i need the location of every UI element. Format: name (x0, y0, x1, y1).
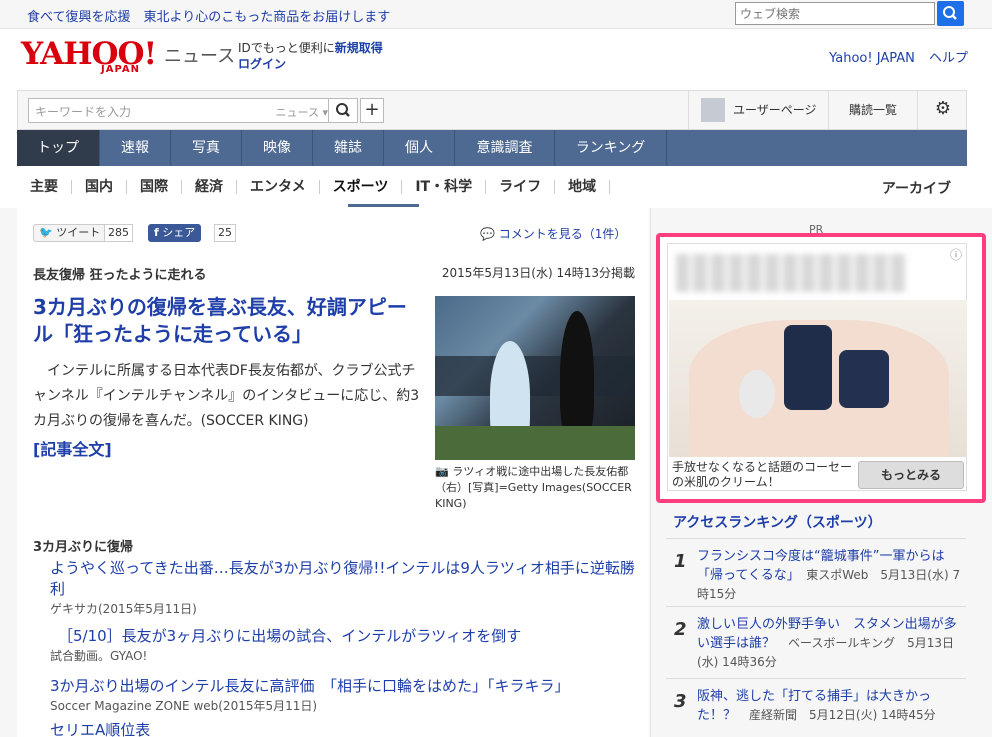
gear-icon[interactable]: ⚙ (923, 98, 963, 122)
rank-number: 2 (674, 619, 687, 640)
ranking-item: 3 阪神、逃した「打てる捕手」は大きかった！？ 産経新聞 5月12日(火) 14… (666, 678, 966, 725)
publish-date: 2015年5月13日(水) 14時13分掲載 (441, 266, 635, 280)
access-ranking-title[interactable]: アクセスランキング（スポーツ） (673, 512, 882, 532)
nav-tab[interactable]: 意識調査 (455, 130, 555, 166)
category-tab[interactable]: 国際 (127, 180, 182, 194)
category-tab[interactable]: 地域 (555, 180, 611, 194)
fb-share-count: 25 (214, 224, 236, 242)
register-link[interactable]: 新規取得 (335, 41, 383, 55)
search-scope-select[interactable]: ニュース ▾ (276, 104, 328, 120)
photo-caption-text: ラツィオ戦に途中出場した長友佑都（右）[写真]=Getty Images(SOC… (435, 465, 632, 510)
twitter-icon: 🐦 (39, 226, 53, 239)
tweet-button[interactable]: 🐦 ツイート (33, 224, 107, 242)
related-item: ようやく巡ってきた出番…長友が3か月ぶり復帰!!インテルは9人ラツィオ相手に逆転… (50, 558, 640, 618)
category-tab[interactable]: ライフ (486, 180, 556, 194)
full-article-link[interactable]: [記事全文] (33, 436, 112, 460)
camera-icon: 📷 (435, 465, 449, 478)
category-tab[interactable]: エンタメ (237, 180, 320, 194)
related-item: 3か月ぶり出場のインテル長友に高評価 「相手に口輪をはめた」「キラキラ」 Soc… (50, 676, 640, 715)
section-name: ニュース (164, 46, 236, 67)
related-item: ［5/10］長友が3ヶ月ぶりに出場の試合、インテルがラツィオを倒す (58, 626, 648, 647)
logo-subtext: JAPAN (101, 64, 140, 75)
main-nav: トップ 速報 写真 映像 雑誌 個人 意識調査 ランキング (17, 130, 967, 166)
fb-share-label: シェア (162, 226, 196, 239)
ranking-meta: 産経新聞 5月12日(火) 14時45分 (749, 708, 936, 722)
article-section-title: 長友復帰 狂ったように走れる (33, 268, 207, 283)
rank-number: 1 (674, 551, 687, 572)
related-link[interactable]: 3か月ぶり出場のインテル長友に高評価 「相手に口輪をはめた」「キラキラ」 (50, 677, 570, 695)
subscription-list-link[interactable]: 購読一覧 (828, 91, 918, 129)
comment-icon: 💬 (480, 227, 495, 241)
related-source: ゲキサカ(2015年5月11日) (50, 602, 197, 616)
category-tab[interactable]: 国内 (72, 180, 127, 194)
nav-tab[interactable]: 個人 (384, 130, 455, 166)
related-item: 試合動画。GYAO! (50, 647, 640, 665)
nav-tab[interactable]: 速報 (100, 130, 171, 166)
ad-text[interactable]: 手放せなくなると話題のコーセーの米肌のクリーム！ (672, 460, 857, 490)
related-item: セリエA順位表 (50, 720, 640, 737)
archive-link[interactable]: アーカイブ (882, 178, 951, 198)
web-search-button[interactable] (937, 1, 964, 26)
header-links: Yahoo! JAPAN ヘルプ (819, 47, 968, 66)
category-tab[interactable]: スポーツ (320, 180, 403, 194)
ad-unit[interactable]: ⓘ 手放せなくなると話題のコーセーの米肌のクリーム！ もっとみる (667, 243, 967, 491)
keyword-search-button[interactable] (328, 98, 358, 123)
category-tab[interactable]: 主要 (17, 180, 72, 194)
nav-tab[interactable]: トップ (17, 130, 100, 166)
yahoo-logo[interactable]: YAHOO! JAPAN (21, 38, 157, 75)
ad-image[interactable] (669, 300, 967, 457)
search-row: キーワードを入力 ニュース ▾ + ユーザーページ 購読一覧 ⚙ (17, 90, 967, 130)
category-tab[interactable]: 経済 (182, 180, 237, 194)
search-icon (943, 6, 957, 20)
related-link[interactable]: セリエA順位表 (50, 721, 150, 737)
facebook-icon: f (154, 226, 159, 239)
rank-number: 3 (674, 691, 687, 712)
related-source: Soccer Magazine ZONE web(2015年5月11日) (50, 699, 318, 713)
article-photo[interactable] (435, 296, 635, 460)
ad-more-button[interactable]: もっとみる (858, 461, 964, 489)
photo-caption: 📷 ラツィオ戦に途中出場した長友佑都（右）[写真]=Getty Images(S… (435, 464, 635, 512)
user-area[interactable]: ユーザーページ (688, 91, 817, 129)
related-link[interactable]: ようやく巡ってきた出番…長友が3か月ぶり復帰!!インテルは9人ラツィオ相手に逆転… (50, 559, 635, 598)
nav-tab[interactable]: ランキング (555, 130, 667, 166)
search-icon (336, 103, 350, 117)
ranking-item: 2 激しい巨人の外野手争い スタメン出場が多い選手は誰？ ベースボールキング 5… (666, 606, 966, 672)
related-link[interactable]: ［5/10］長友が3ヶ月ぶりに出場の試合、インテルがラツィオを倒す (58, 627, 521, 645)
id-promo-text: IDでもっと便利に (238, 41, 335, 55)
nav-tab[interactable]: 映像 (242, 130, 313, 166)
yahoo-japan-link[interactable]: Yahoo! JAPAN (829, 51, 915, 66)
related-source: 試合動画。GYAO! (50, 649, 148, 663)
facebook-share-button[interactable]: f シェア (148, 224, 202, 242)
comments-link[interactable]: 💬 コメントを見る（1件） (480, 225, 626, 242)
category-nav: 主要 国内 国際 経済 エンタメ スポーツ IT・科学 ライフ 地域 アーカイブ (17, 166, 967, 208)
comments-label: コメントを見る（1件） (498, 227, 627, 241)
login-link[interactable]: ログイン (238, 57, 286, 71)
login-block: IDでもっと便利に新規取得 ログイン (238, 40, 383, 72)
ad-blurred-text (676, 254, 906, 292)
active-category-underline (348, 204, 419, 207)
top-bar: 食べて復興を応援 東北より心のこもった商品をお届けします (0, 0, 992, 29)
tweet-label: ツイート (56, 226, 101, 239)
nav-tab[interactable]: 雑誌 (313, 130, 384, 166)
article-lead-text: インテルに所属する日本代表DF長友佑都が、クラブ公式チャンネル『インテルチャンネ… (33, 363, 420, 429)
add-button[interactable]: + (360, 98, 384, 123)
promo-link[interactable]: 食べて復興を応援 東北より心のこもった商品をお届けします (27, 6, 390, 25)
user-page-link[interactable]: ユーザーページ (733, 101, 817, 118)
avatar (701, 98, 725, 122)
tweet-count: 285 (104, 224, 133, 242)
keyword-search-input[interactable]: キーワードを入力 ニュース ▾ (28, 98, 335, 123)
ranking-item: 1 フランシスコ今度は“籠城事件”一軍からは「帰ってくるな」 東スポWeb 5月… (666, 538, 966, 604)
category-tab[interactable]: IT・科学 (402, 180, 487, 194)
web-search-input[interactable] (735, 2, 935, 25)
help-link[interactable]: ヘルプ (929, 51, 968, 66)
article-headline[interactable]: 3カ月ぶりの復帰を喜ぶ長友、好調アピール「狂ったように走っている」 (33, 294, 425, 348)
article-lead: インテルに所属する日本代表DF長友佑都が、クラブ公式チャンネル『インテルチャンネ… (33, 359, 425, 434)
keyword-placeholder: キーワードを入力 (35, 105, 132, 119)
related-title: 3カ月ぶりに復帰 (33, 540, 134, 555)
info-icon[interactable]: ⓘ (950, 246, 962, 263)
nav-tab[interactable]: 写真 (171, 130, 242, 166)
